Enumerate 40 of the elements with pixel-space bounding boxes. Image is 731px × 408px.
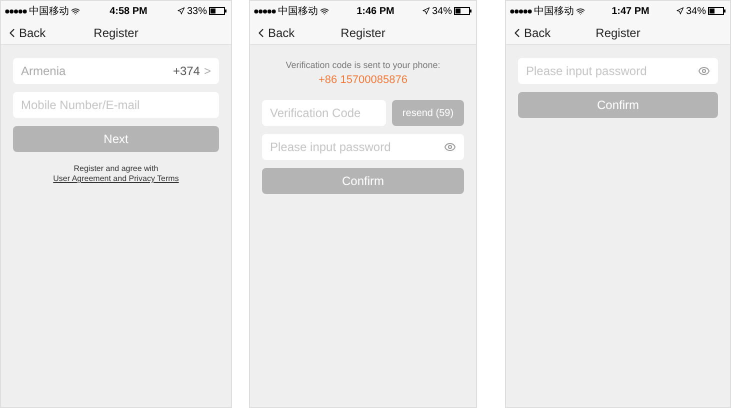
wifi-icon [71,6,80,16]
terms-link[interactable]: User Agreement and Privacy Terms [53,174,179,184]
battery-icon [708,7,726,15]
location-icon [176,7,185,15]
battery-percent: 33% [186,4,207,18]
battery-percent: 34% [686,4,706,18]
battery-icon [454,7,472,15]
location-icon [676,7,684,15]
screen-title: Register [94,24,138,42]
password-field[interactable]: Please input password [262,134,464,160]
battery-icon [209,7,227,15]
battery-percent: 34% [432,4,452,18]
status-time: 1:47 PM [612,4,650,18]
carrier-name: 中国移动 [278,4,318,18]
country-code: +374 [172,63,200,80]
back-button[interactable]: Back [254,24,295,42]
carrier-name: 中国移动 [534,4,574,18]
back-button[interactable]: Back [510,24,551,42]
carrier-name: 中国移动 [29,4,69,18]
signal-icon [254,8,276,14]
screen-title: Register [596,24,640,42]
wifi-icon [320,6,329,16]
country-picker[interactable]: Armenia +374 > [13,58,219,84]
chevron-text: > [204,63,211,80]
eye-icon[interactable] [698,65,710,77]
agreement-note: Register and agree with [74,164,158,174]
eye-icon[interactable] [444,141,456,153]
screen-title: Register [340,24,386,42]
password-field[interactable]: Please input password [518,58,718,84]
phone-number: +86 15700085876 [318,73,408,88]
signal-icon [510,8,532,14]
status-time: 1:46 PM [356,4,394,18]
country-name: Armenia [21,63,66,80]
input-field[interactable]: Mobile Number/E-mail [13,92,219,118]
info-text: Verification code is sent to your phone: [286,59,440,72]
status-time: 4:58 PM [110,4,148,18]
location-icon [422,7,430,15]
signal-icon [5,8,27,14]
back-button[interactable]: Back [5,24,46,42]
wifi-icon [576,6,585,16]
